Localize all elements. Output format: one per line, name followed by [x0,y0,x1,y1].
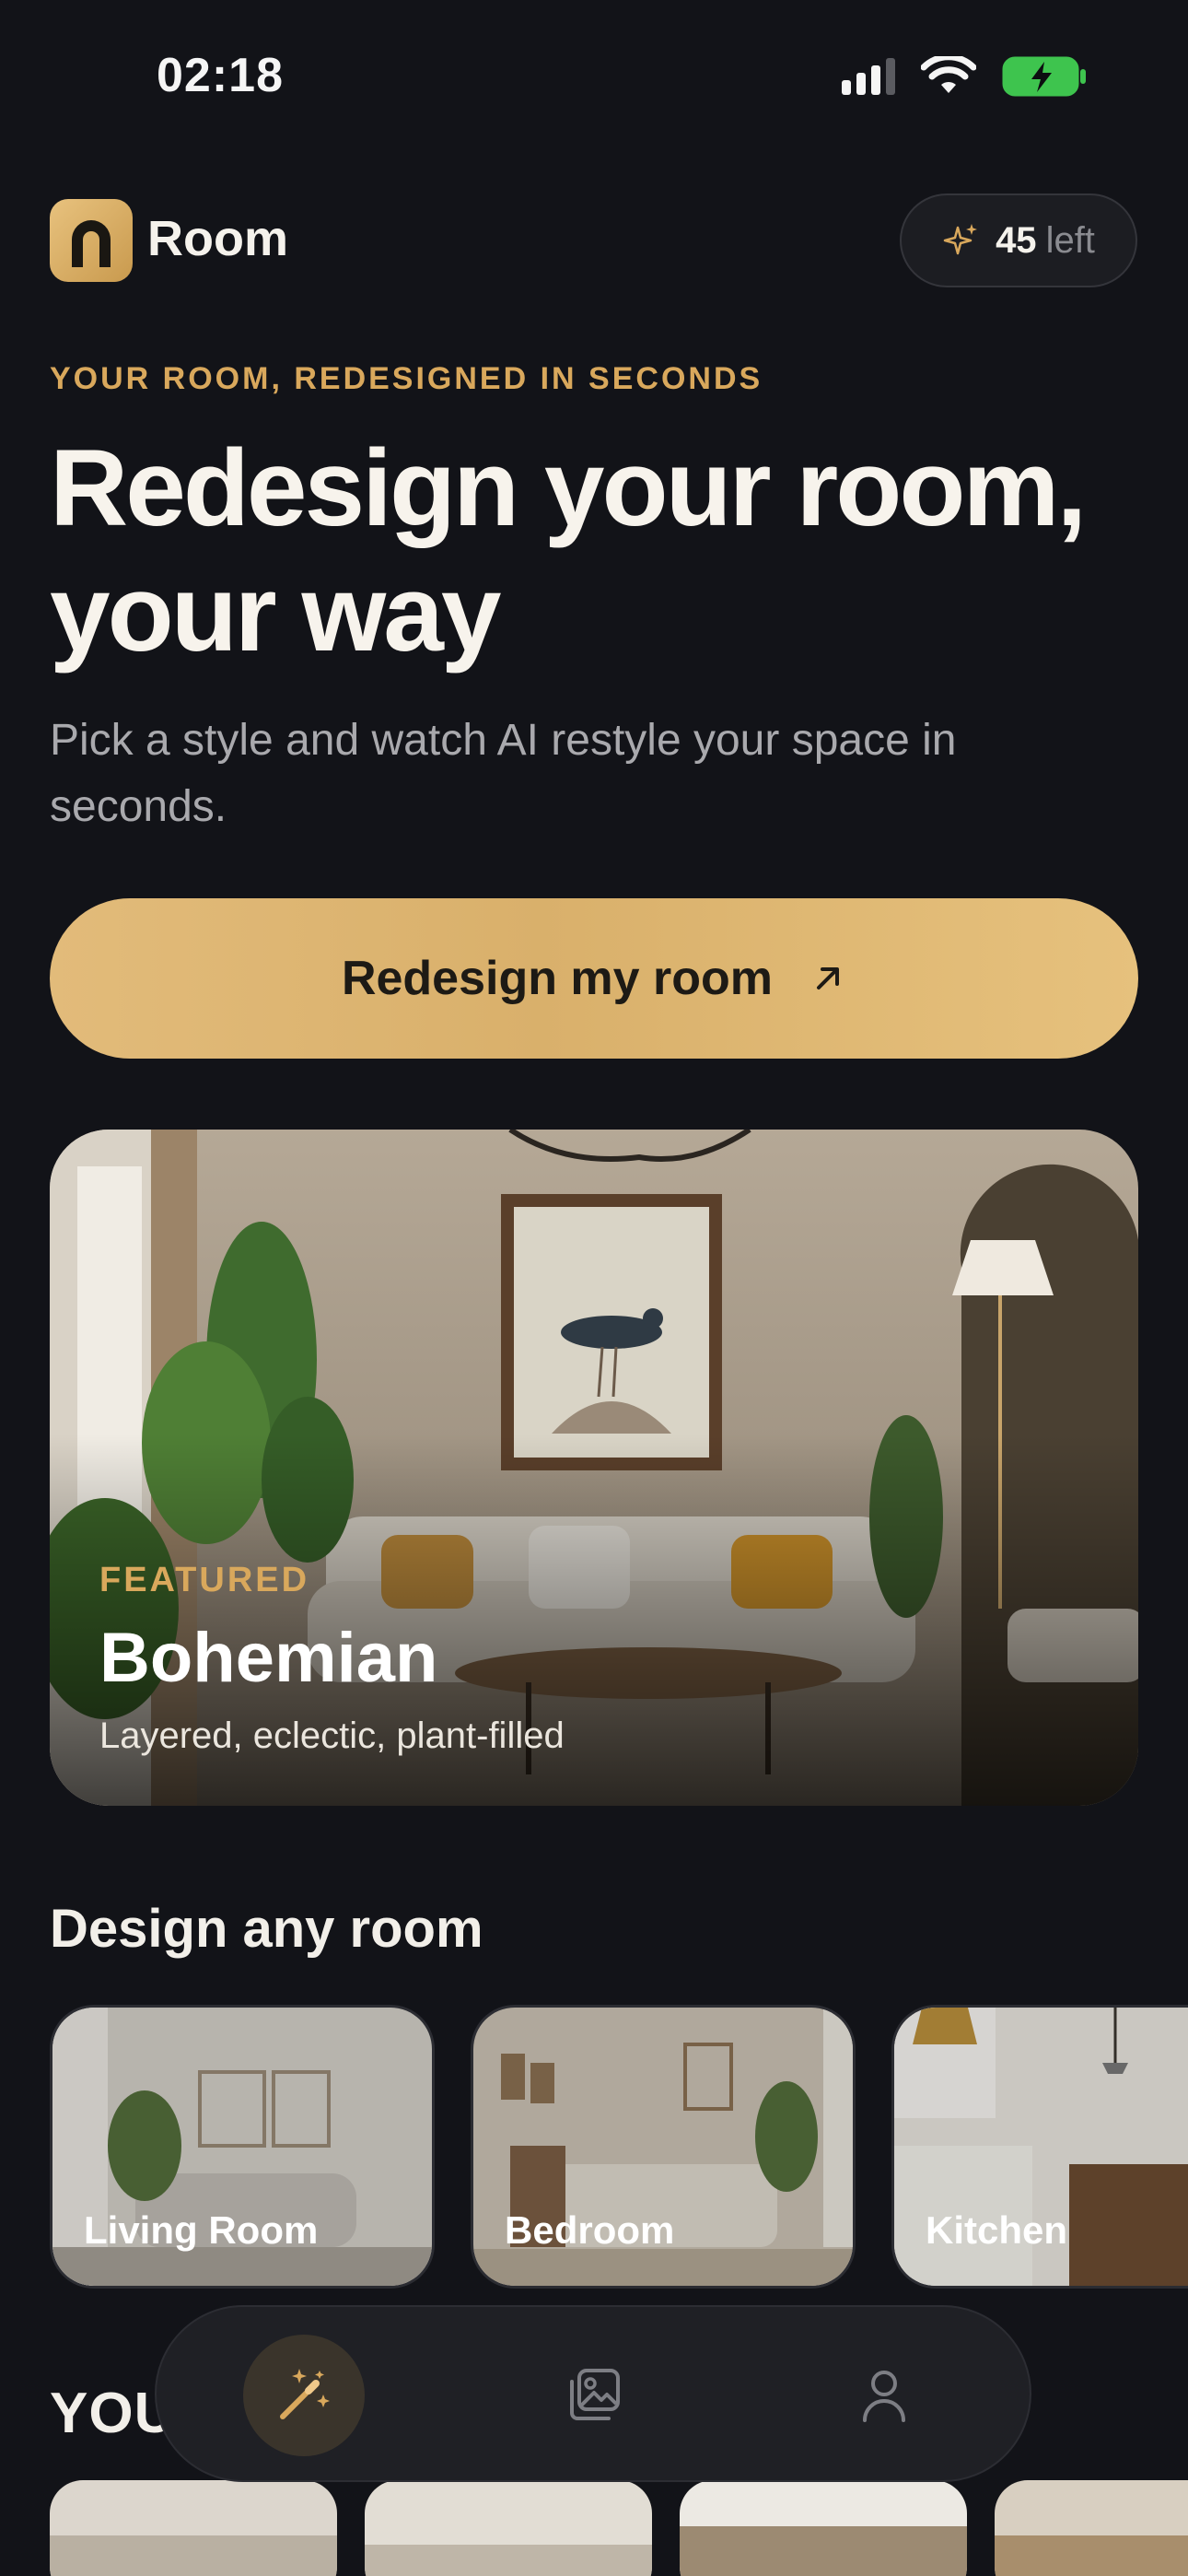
featured-title: Bohemian [99,1619,438,1697]
cellular-signal-icon [842,58,895,95]
recent-thumb-image [680,2480,967,2576]
recent-thumb-image [365,2480,652,2576]
room-label: Bedroom [505,2208,675,2252]
recent-thumb[interactable] [995,2480,1188,2576]
tab-redesign[interactable] [243,2335,365,2456]
credits-badge[interactable]: 45 left [900,193,1137,287]
recent-thumb-image [50,2480,337,2576]
magic-wand-icon [280,2369,330,2419]
app-screen: 02:18 Room 45 left YOUR ROOM, REDESIGNED… [0,0,1188,2576]
wifi-icon [921,56,976,93]
room-card-living-room[interactable]: Living Room [50,2005,435,2289]
redesign-my-room-button[interactable]: Redesign my room [50,898,1138,1059]
sparkle-icon [943,224,978,255]
status-icons [842,55,1087,98]
battery-charging-icon [1002,56,1086,97]
recent-thumb[interactable] [365,2480,652,2576]
hero-headline: Redesign your room, your way [50,426,1155,676]
bottom-tab-bar [155,2305,1031,2482]
headline-line-2: your way [50,553,502,674]
credits-count: 45 [996,219,1037,261]
featured-style-card[interactable]: FEATURED Bohemian Layered, eclectic, pla… [50,1130,1138,1806]
room-label: Kitchen [926,2208,1068,2252]
gallery-icon [570,2369,620,2420]
room-card-bedroom[interactable]: Bedroom [471,2005,856,2289]
hero-subtext: Pick a style and watch AI restyle your s… [50,716,957,831]
recent-thumb[interactable] [50,2480,337,2576]
tab-gallery[interactable] [534,2335,656,2456]
recent-thumb[interactable] [680,2480,967,2576]
cta-label: Redesign my room [341,952,774,1005]
status-time: 02:18 [157,49,284,102]
featured-room-image [50,1130,1138,1806]
room-card-kitchen[interactable]: Kitchen [891,2005,1188,2289]
profile-icon [863,2371,905,2422]
credits-label: left [1045,219,1095,261]
featured-subtitle: Layered, eclectic, plant-filled [99,1715,565,1756]
arch-logo-icon [72,220,111,267]
app-logo [50,199,133,282]
headline-line-1: Redesign your room, [50,427,1087,549]
app-name: Room [147,211,288,266]
rooms-section-title: Design any room [50,1899,483,1959]
recent-thumb-image [995,2480,1188,2576]
arrow-up-right-icon [817,967,840,989]
featured-kicker: FEATURED [99,1561,310,1599]
hero-kicker: YOUR ROOM, REDESIGNED IN SECONDS [50,361,763,396]
tab-profile[interactable] [823,2335,945,2456]
room-label: Living Room [84,2208,319,2252]
